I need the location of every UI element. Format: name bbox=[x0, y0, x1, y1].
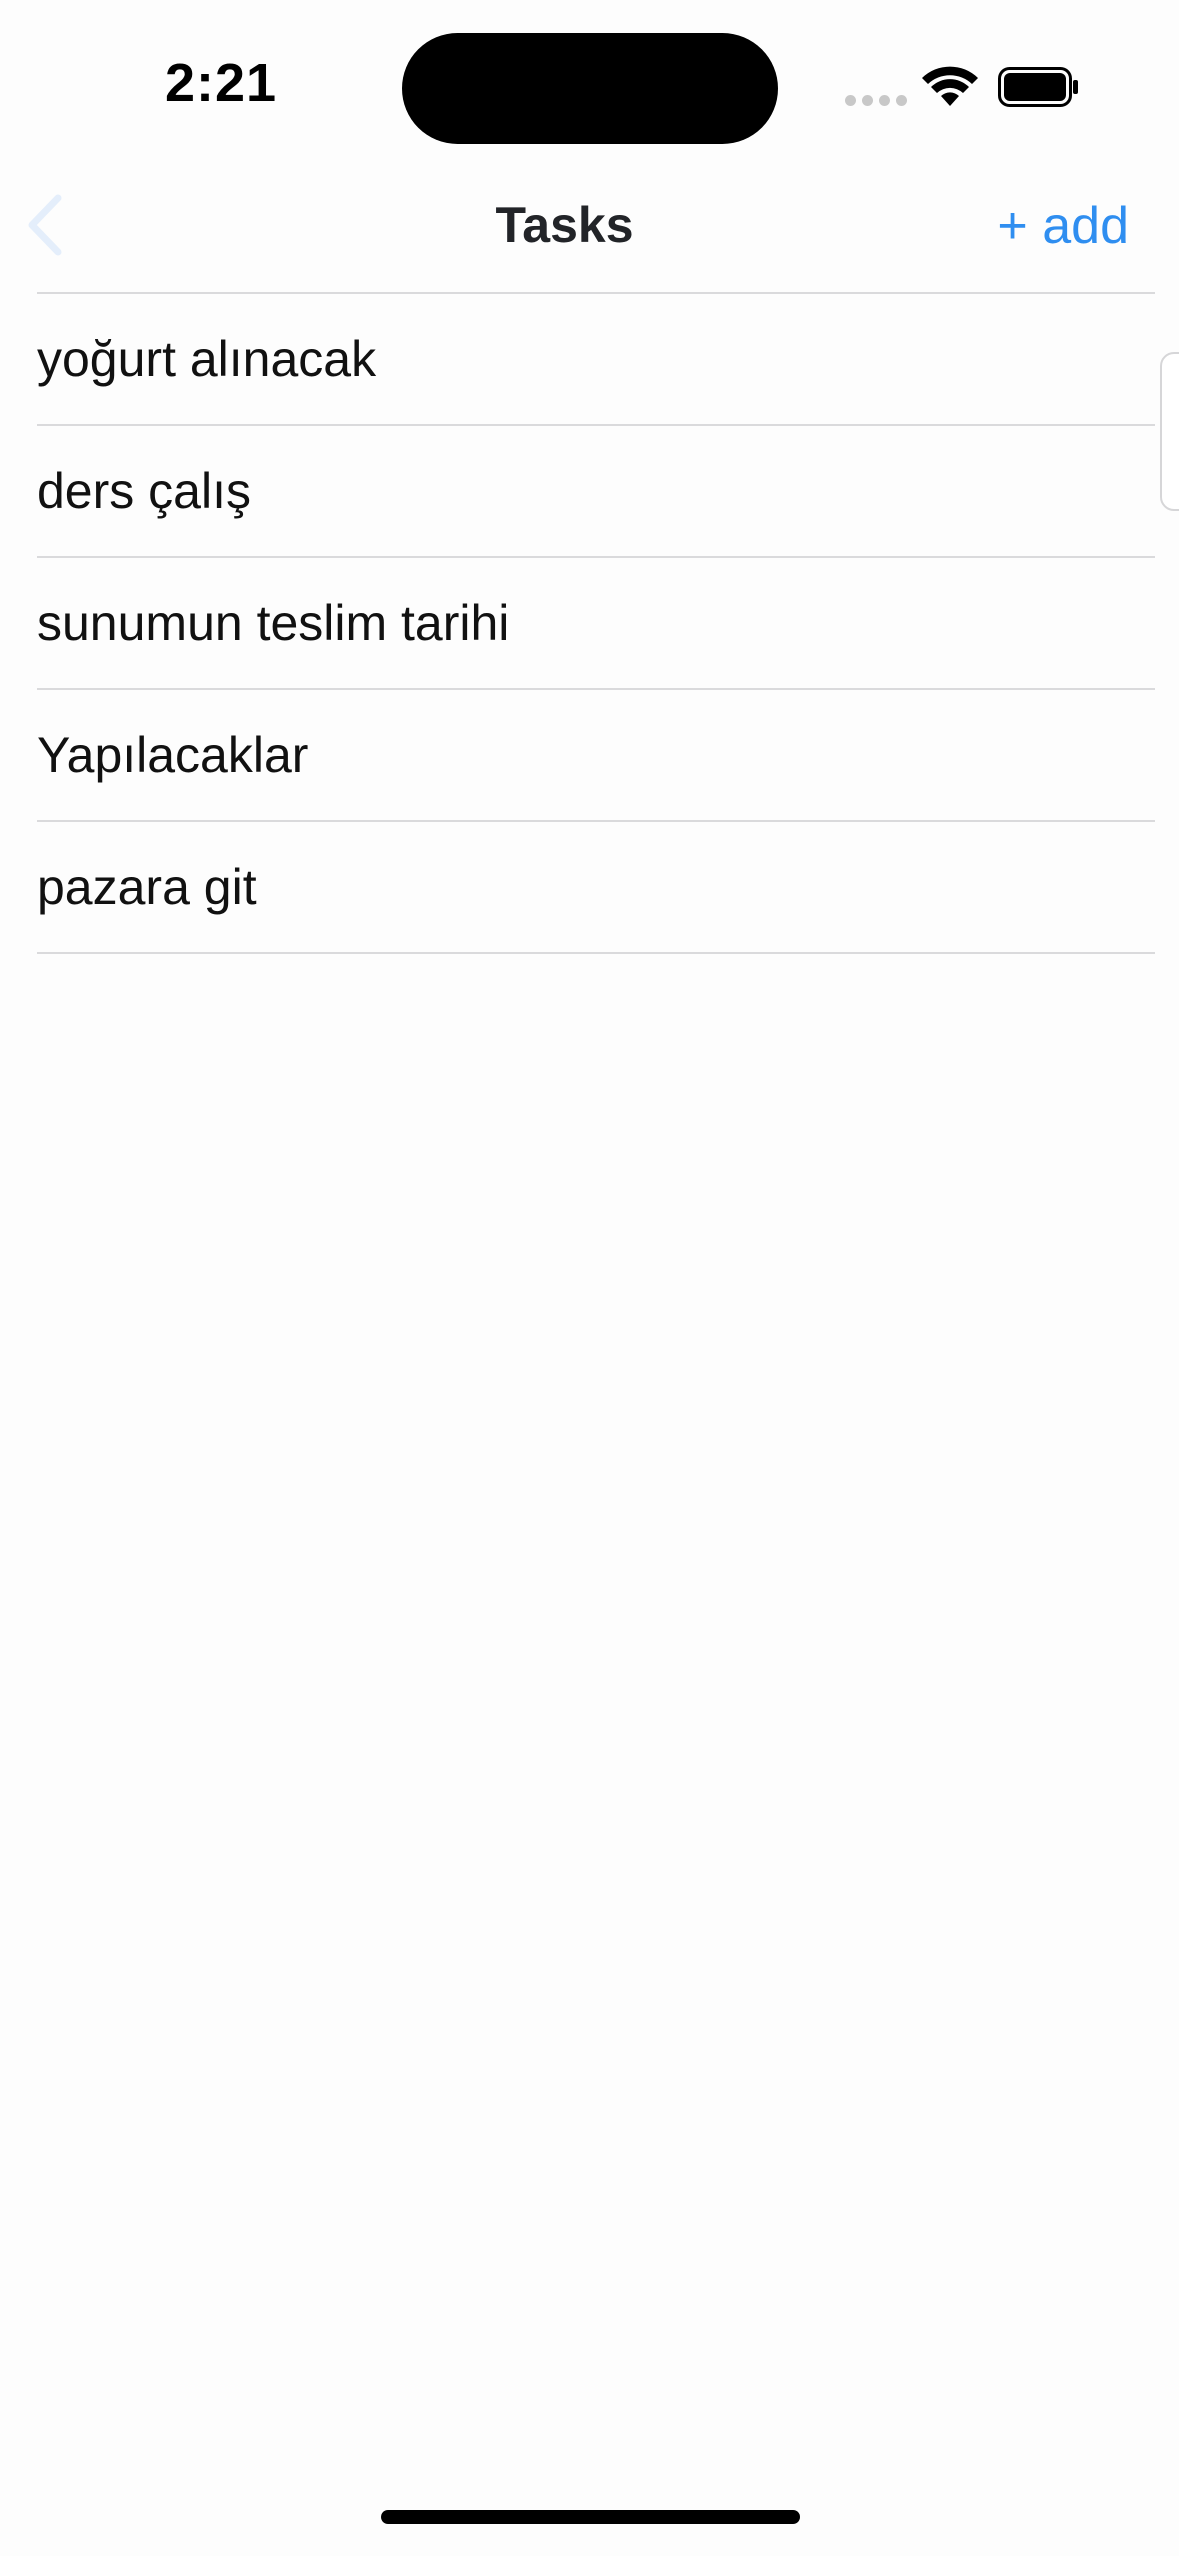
edge-handle[interactable] bbox=[1160, 352, 1179, 511]
task-label: sunumun teslim tarihi bbox=[37, 595, 510, 651]
cellular-dots-icon bbox=[845, 95, 907, 106]
dynamic-island bbox=[402, 33, 778, 144]
list-item[interactable]: sunumun teslim tarihi bbox=[37, 558, 1155, 690]
home-indicator[interactable] bbox=[381, 2510, 800, 2524]
list-item[interactable]: ders çalış bbox=[37, 426, 1155, 558]
task-label: pazara git bbox=[37, 859, 257, 915]
screen: 2:21 Tasks + add yoğurt alınacak ders ça… bbox=[0, 0, 1179, 2556]
list-item[interactable]: pazara git bbox=[37, 822, 1155, 954]
add-task-button[interactable]: + add bbox=[997, 196, 1129, 256]
wifi-icon bbox=[922, 66, 978, 106]
status-time: 2:21 bbox=[165, 53, 278, 113]
task-label: yoğurt alınacak bbox=[37, 331, 377, 387]
page-title: Tasks bbox=[495, 197, 634, 253]
list-item[interactable]: Yapılacaklar bbox=[37, 690, 1155, 822]
battery-icon bbox=[998, 67, 1078, 107]
task-list: yoğurt alınacak ders çalış sunumun tesli… bbox=[37, 292, 1155, 954]
list-item[interactable]: yoğurt alınacak bbox=[37, 294, 1155, 426]
task-label: Yapılacaklar bbox=[37, 727, 309, 783]
task-label: ders çalış bbox=[37, 463, 251, 519]
